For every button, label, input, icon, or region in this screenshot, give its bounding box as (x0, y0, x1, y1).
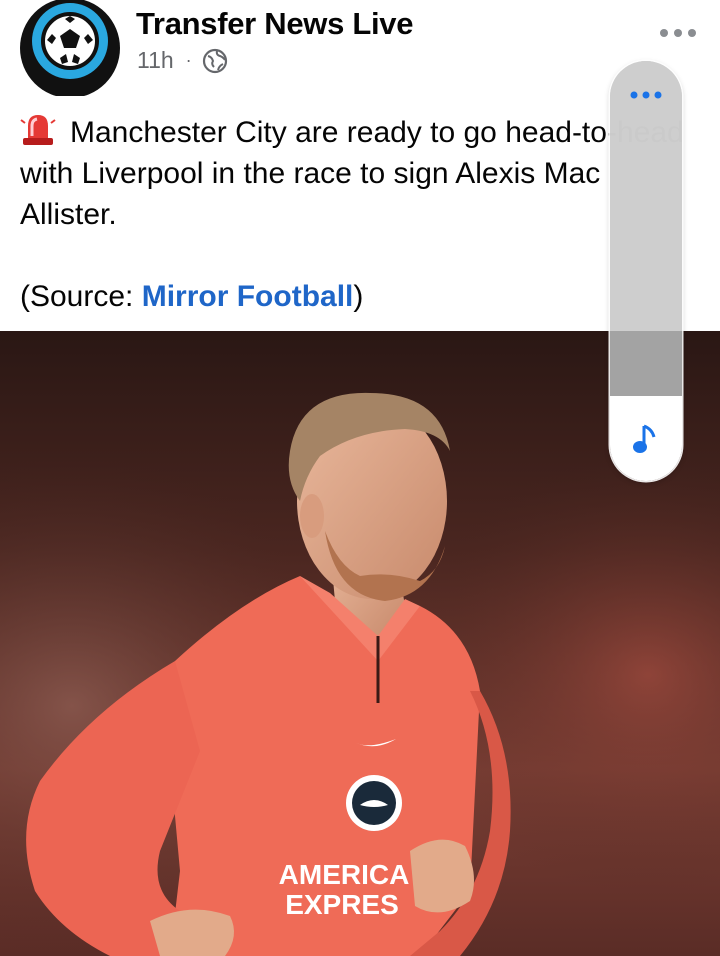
police-light-icon (20, 112, 56, 146)
post-text: Manchester City are ready to go head-to-… (20, 112, 690, 317)
sponsor-text-line1: AMERICA (279, 859, 410, 890)
meta-separator: · (185, 50, 192, 70)
panel-track-lower (610, 331, 682, 396)
more-horizontal-icon (630, 91, 662, 99)
post-meta: 11h · (137, 47, 228, 74)
post-more-button[interactable] (656, 18, 700, 48)
panel-more-button[interactable] (610, 83, 682, 107)
page-name[interactable]: Transfer News Live (136, 6, 413, 42)
post-time[interactable]: 11h (137, 47, 174, 74)
screen: Transfer News Live 11h · Manchester City… (0, 0, 720, 956)
source-suffix: ) (353, 280, 364, 313)
source-link[interactable]: Mirror Football (142, 280, 354, 313)
soccer-ball-icon (20, 0, 120, 98)
panel-music-button[interactable] (610, 396, 682, 481)
floating-side-panel[interactable] (610, 61, 682, 481)
source-line: (Source: Mirror Football) (20, 276, 690, 317)
page-avatar[interactable] (18, 0, 122, 98)
sponsor-text-line2: EXPRES (285, 889, 399, 920)
music-note-icon (633, 424, 656, 453)
source-prefix: (Source: (20, 280, 142, 313)
globe-icon (202, 48, 228, 74)
post-body-text: Manchester City are ready to go head-to-… (20, 116, 684, 231)
more-horizontal-icon (660, 29, 696, 37)
post-body-paragraph: Manchester City are ready to go head-to-… (20, 112, 690, 235)
